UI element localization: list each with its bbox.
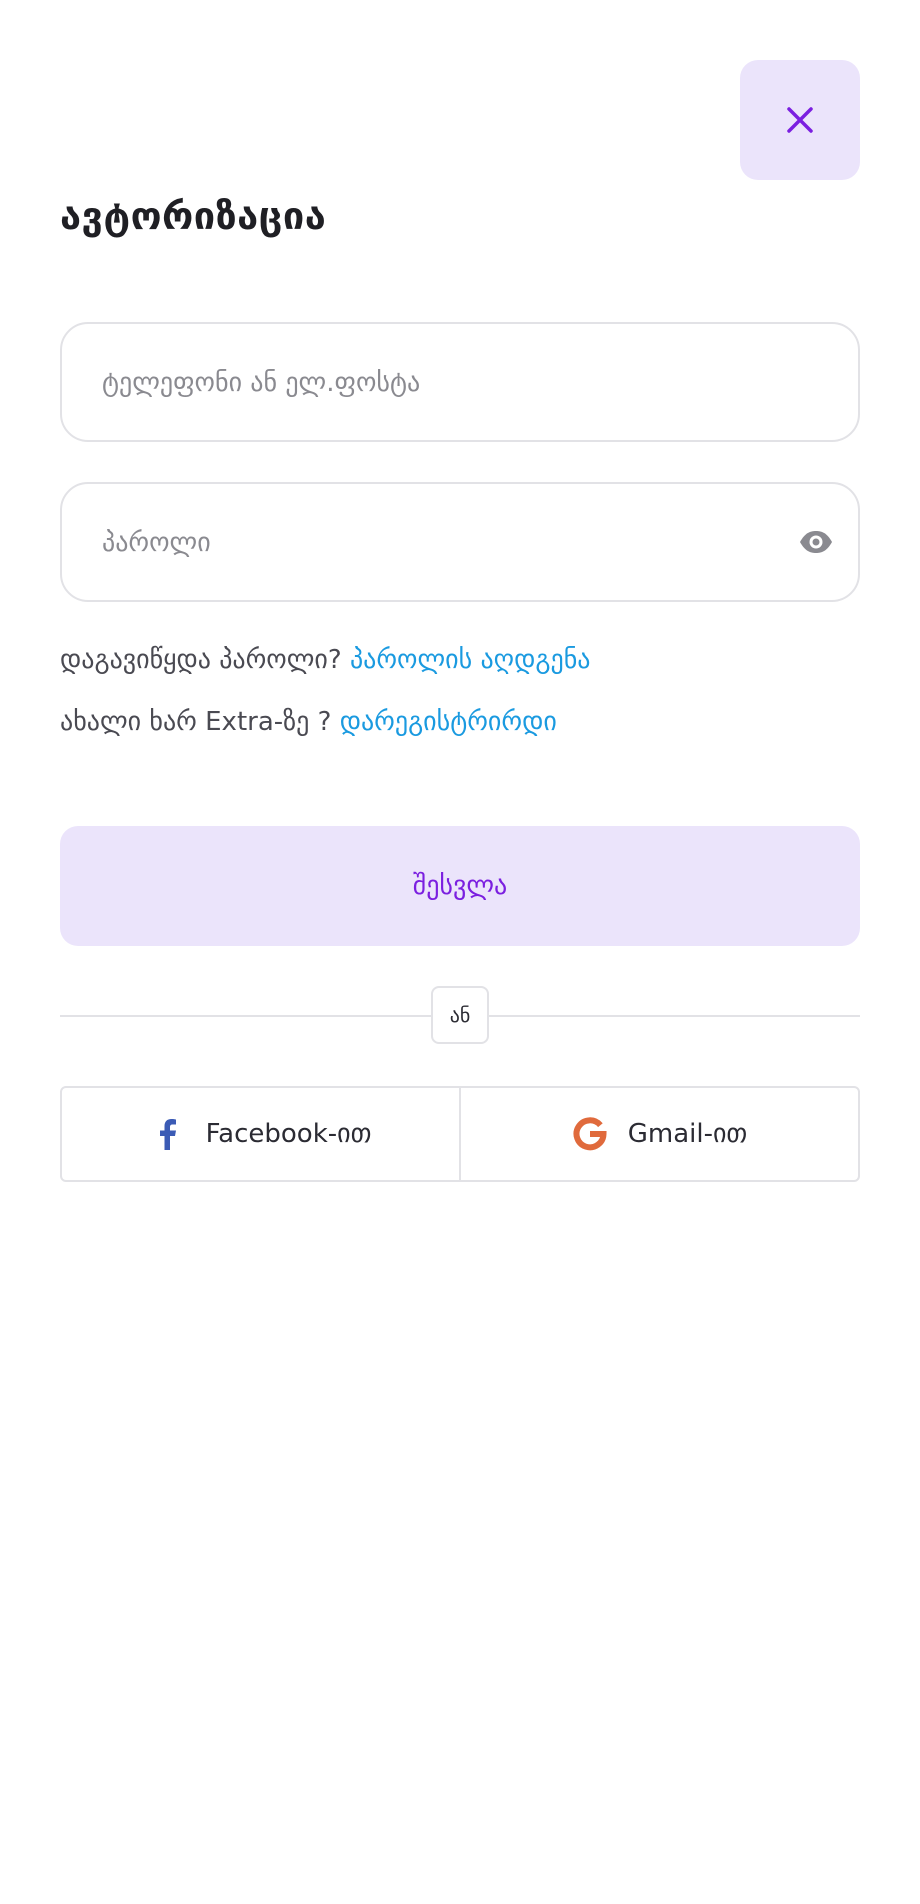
close-button[interactable]: [740, 60, 860, 180]
phone-email-field[interactable]: [60, 322, 860, 442]
facebook-icon: [159, 1119, 176, 1150]
login-button[interactable]: შესვლა: [60, 826, 860, 946]
gmail-login-label: Gmail-ით: [627, 1119, 748, 1149]
password-field[interactable]: [60, 482, 860, 602]
divider-or-label: ან: [431, 986, 489, 1044]
close-icon: [787, 107, 813, 133]
facebook-login-label: Facebook-ით: [205, 1119, 372, 1149]
phone-email-input[interactable]: [100, 324, 784, 442]
forgot-password-line: დაგავიწყდა პაროლი? პაროლის აღდგენა: [60, 642, 590, 678]
social-login-row: Facebook-ით Gmail-ით: [60, 1086, 860, 1182]
forgot-password-text: დაგავიწყდა პაროლი?: [60, 645, 342, 675]
register-link[interactable]: დარეგისტრირდი: [340, 707, 557, 737]
reset-password-link[interactable]: პაროლის აღდგენა: [350, 645, 591, 675]
password-input[interactable]: [100, 484, 784, 602]
register-text: ახალი ხარ Extra-ზე ?: [60, 707, 332, 737]
register-line: ახალი ხარ Extra-ზე ? დარეგისტრირდი: [60, 704, 557, 740]
page-title: ავტორიზაცია: [60, 194, 327, 238]
eye-icon[interactable]: [798, 524, 834, 560]
facebook-login-button[interactable]: Facebook-ით: [62, 1088, 459, 1180]
google-icon: [573, 1117, 607, 1151]
gmail-login-button[interactable]: Gmail-ით: [459, 1088, 858, 1180]
